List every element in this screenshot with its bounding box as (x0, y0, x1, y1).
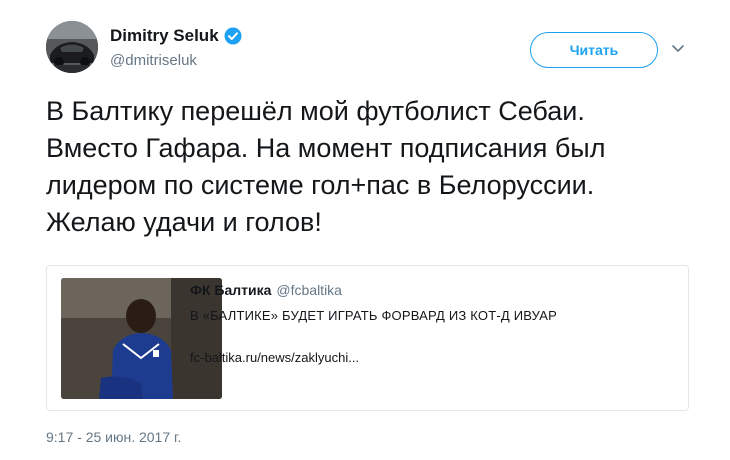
tweet-text-line: Вместо Гафара. На момент подписания был (46, 133, 606, 163)
chevron-down-icon[interactable] (670, 40, 686, 56)
tweet-card: Dimitry Seluk @dmitriseluk Читать В Балт… (0, 0, 730, 460)
author-name-row[interactable]: Dimitry Seluk (110, 26, 242, 46)
tweet-text-line: В Балтику перешёл мой футболист Себаи. (46, 96, 585, 126)
follow-button[interactable]: Читать (530, 32, 658, 68)
quoted-link-card[interactable]: ФК Балтика @fcbaltika В «БАЛТИКЕ» БУДЕТ … (46, 265, 689, 411)
author-display-name[interactable]: Dimitry Seluk (110, 26, 219, 46)
quote-author[interactable]: ФК Балтика @fcbaltika (190, 282, 342, 298)
verified-badge-icon (224, 27, 242, 45)
author-handle[interactable]: @dmitriseluk (110, 52, 197, 69)
tweet-text-line: лидером по системе гол+пас в Белоруссии. (46, 170, 595, 200)
quote-author-name[interactable]: ФК Балтика (190, 282, 271, 298)
avatar-photo (46, 21, 98, 73)
tweet-timestamp[interactable]: 9:17 - 25 июн. 2017 г. (46, 429, 181, 445)
quote-author-handle[interactable]: @fcbaltika (276, 282, 342, 298)
quote-link[interactable]: fc-baltika.ru/news/zaklyuchi... (190, 350, 359, 365)
quote-title: В «БАЛТИКЕ» БУДЕТ ИГРАТЬ ФОРВАРД ИЗ КОТ-… (190, 308, 558, 323)
avatar[interactable] (46, 21, 98, 73)
tweet-text-line: Желаю удачи и голов! (46, 207, 322, 237)
tweet-text: В Балтику перешёл мой футболист Себаи. В… (46, 93, 706, 241)
